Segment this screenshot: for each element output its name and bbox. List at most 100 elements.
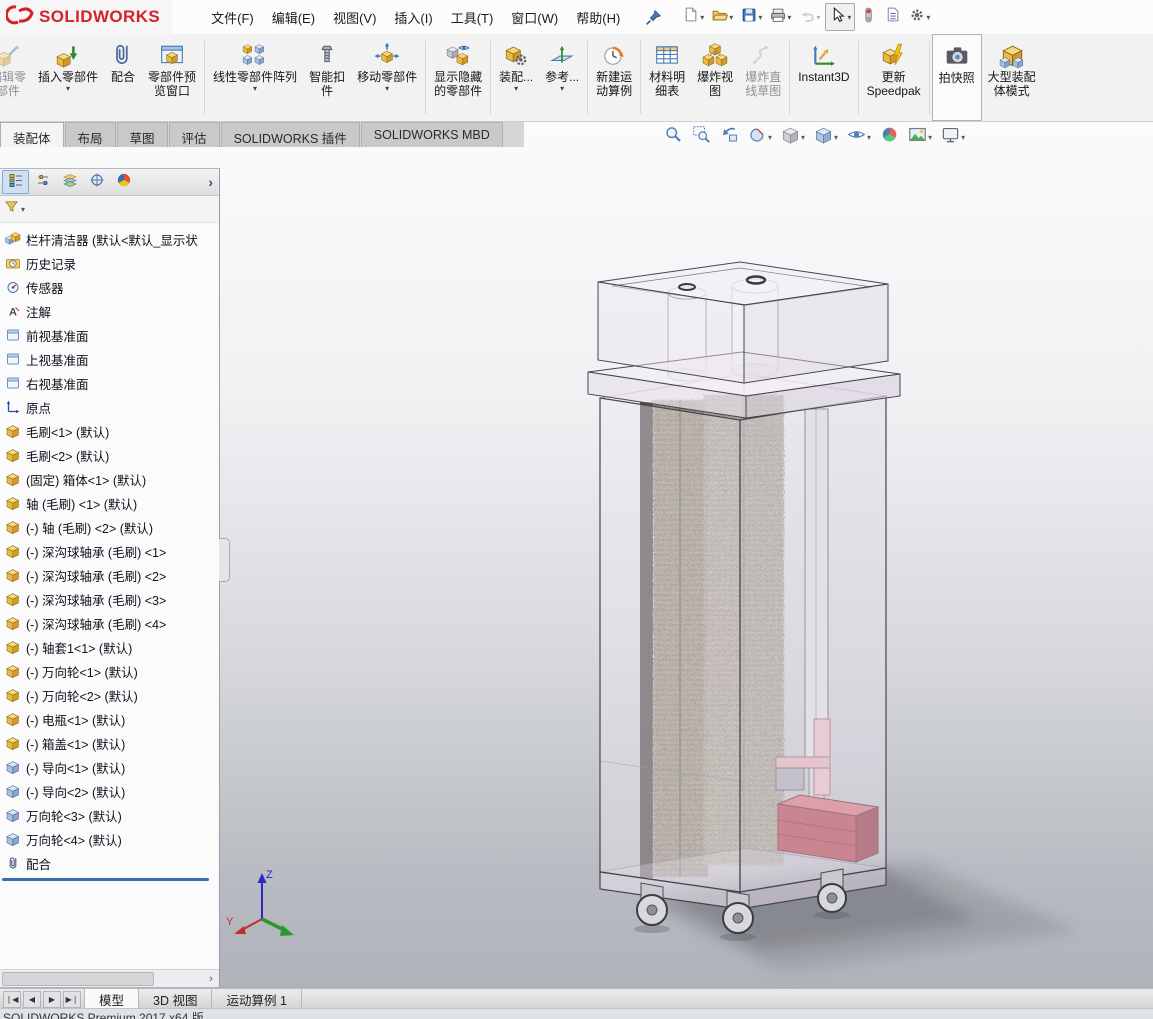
document-tab-1[interactable]: 3D 视图 — [139, 989, 212, 1009]
panel-splitter[interactable] — [219, 538, 230, 582]
scrollbar-thumb[interactable] — [2, 972, 154, 986]
tab-布局[interactable]: 布局 — [65, 122, 116, 147]
dimxpertmanager-tab[interactable] — [83, 170, 110, 194]
panel-expand-chevron-icon[interactable]: › — [202, 174, 219, 190]
explode-line-sketch-button[interactable]: 爆炸直 线草图 — [739, 34, 787, 121]
menu-item-6[interactable]: 帮助(H) — [567, 4, 629, 31]
open-button[interactable]: ▾ — [709, 4, 735, 30]
tab-SOLIDWORKS MBD[interactable]: SOLIDWORKS MBD — [361, 122, 503, 147]
tab-草图[interactable]: 草图 — [117, 122, 168, 147]
featuremanager-tab[interactable] — [2, 170, 29, 194]
tree-item-11[interactable]: 轴 (毛刷) <1> (默认) — [0, 491, 219, 515]
dropdown-arrow-icon[interactable]: ▾ — [253, 84, 257, 93]
large-assembly-mode-button[interactable]: 大型装配 体模式 — [982, 34, 1042, 121]
dropdown-arrow-icon[interactable]: ▾ — [514, 84, 518, 93]
save-button[interactable]: ▾ — [738, 4, 764, 30]
scrollbar-right-arrow-icon[interactable]: › — [203, 973, 219, 985]
dropdown-arrow-icon[interactable]: ▾ — [816, 13, 820, 22]
edit-component-button[interactable]: 编辑零 部件 — [0, 34, 32, 121]
insert-component-button[interactable]: 插入零部件▾ — [32, 34, 104, 121]
tab-SOLIDWORKS 插件[interactable]: SOLIDWORKS 插件 — [221, 122, 360, 147]
smart-fasteners-button[interactable]: 智能扣 件 — [303, 34, 351, 121]
tree-item-18[interactable]: (-) 万向轮<1> (默认) — [0, 659, 219, 683]
tree-item-20[interactable]: (-) 电瓶<1> (默认) — [0, 707, 219, 731]
exploded-view-button[interactable]: 爆炸视 图 — [691, 34, 739, 121]
last-tab-button[interactable]: ▶❘ — [63, 991, 81, 1008]
document-tab-0[interactable]: 模型 — [84, 989, 139, 1009]
reference-geometry-button[interactable]: 参考...▾ — [539, 34, 585, 121]
tree-item-9[interactable]: 毛刷<2> (默认) — [0, 443, 219, 467]
tree-item-26[interactable]: 配合 — [0, 851, 219, 875]
dropdown-arrow-icon[interactable]: ▾ — [787, 13, 791, 22]
document-tab-2[interactable]: 运动算例 1 — [212, 989, 301, 1009]
tree-item-8[interactable]: 毛刷<1> (默认) — [0, 419, 219, 443]
tree-item-0[interactable]: 栏杆清洁器 (默认<默认_显示状 — [0, 227, 219, 251]
tree-item-13[interactable]: (-) 深沟球轴承 (毛刷) <1> — [0, 539, 219, 563]
tree-item-23[interactable]: (-) 导向<2> (默认) — [0, 779, 219, 803]
prev-tab-button[interactable]: ◀ — [23, 991, 41, 1008]
dropdown-arrow-icon[interactable]: ▾ — [66, 84, 70, 93]
menu-item-4[interactable]: 工具(T) — [442, 4, 503, 31]
tree-item-2[interactable]: 传感器 — [0, 275, 219, 299]
menu-item-3[interactable]: 插入(I) — [385, 4, 441, 31]
tree-item-4[interactable]: 前视基准面 — [0, 323, 219, 347]
print-button[interactable]: ▾ — [767, 4, 793, 30]
pin-icon[interactable] — [645, 9, 662, 26]
next-tab-button[interactable]: ▶ — [43, 991, 61, 1008]
menu-item-1[interactable]: 编辑(E) — [263, 4, 324, 31]
first-tab-button[interactable]: ❘◀ — [3, 991, 21, 1008]
rebuild-button[interactable] — [858, 4, 879, 30]
tree-item-22[interactable]: (-) 导向<1> (默认) — [0, 755, 219, 779]
tree-item-1[interactable]: 历史记录 — [0, 251, 219, 275]
tree-item-17[interactable]: (-) 轴套1<1> (默认) — [0, 635, 219, 659]
filter-dropdown-arrow-icon[interactable]: ▾ — [21, 205, 25, 214]
propertymanager-tab[interactable] — [29, 170, 56, 194]
tree-item-12[interactable]: (-) 轴 (毛刷) <2> (默认) — [0, 515, 219, 539]
dropdown-arrow-icon[interactable]: ▾ — [385, 84, 389, 93]
linear-component-pattern-button[interactable]: 线性零部件阵列▾ — [207, 34, 303, 121]
select-button[interactable]: ▾ — [825, 3, 855, 31]
new-document-button[interactable]: ▾ — [680, 4, 706, 30]
filter-row[interactable]: ▾ — [0, 196, 219, 223]
tree-item-24[interactable]: 万向轮<3> (默认) — [0, 803, 219, 827]
mate-button[interactable]: 配合 — [104, 34, 142, 121]
dropdown-arrow-icon[interactable]: ▾ — [926, 13, 930, 22]
tree-item-15[interactable]: (-) 深沟球轴承 (毛刷) <3> — [0, 587, 219, 611]
tree-item-19[interactable]: (-) 万向轮<2> (默认) — [0, 683, 219, 707]
tab-装配体[interactable]: 装配体 — [0, 122, 64, 147]
tree-item-25[interactable]: 万向轮<4> (默认) — [0, 827, 219, 851]
dropdown-arrow-icon[interactable]: ▾ — [560, 84, 564, 93]
model-3d-view[interactable]: Z Y — [220, 121, 1153, 988]
instant3d-button[interactable]: Instant3D — [792, 34, 855, 121]
tab-评估[interactable]: 评估 — [169, 122, 220, 147]
show-hidden-components-button[interactable]: 显示隐藏 的零部件 — [428, 34, 488, 121]
undo-button[interactable]: ▾ — [796, 4, 822, 30]
tree-item-3[interactable]: A注解 — [0, 299, 219, 323]
tree-item-7[interactable]: 原点 — [0, 395, 219, 419]
dropdown-arrow-icon[interactable]: ▾ — [729, 13, 733, 22]
update-speedpak-button[interactable]: 更新 Speedpak — [861, 34, 927, 121]
take-snapshot-button[interactable]: 拍快照 — [932, 34, 982, 121]
tree-item-16[interactable]: (-) 深沟球轴承 (毛刷) <4> — [0, 611, 219, 635]
tree-item-6[interactable]: 右视基准面 — [0, 371, 219, 395]
tree-item-14[interactable]: (-) 深沟球轴承 (毛刷) <2> — [0, 563, 219, 587]
dropdown-arrow-icon[interactable]: ▾ — [758, 13, 762, 22]
bill-of-materials-button[interactable]: 材料明 细表 — [643, 34, 691, 121]
displaymanager-tab[interactable] — [110, 170, 137, 194]
dropdown-arrow-icon[interactable]: ▾ — [847, 13, 851, 22]
dropdown-arrow-icon[interactable]: ▾ — [700, 13, 704, 22]
menu-item-2[interactable]: 视图(V) — [324, 4, 385, 31]
menu-item-0[interactable]: 文件(F) — [202, 4, 263, 31]
panel-scrollbar[interactable]: › — [0, 969, 219, 987]
new-motion-study-button[interactable]: 新建运 动算例 — [590, 34, 638, 121]
tree-item-5[interactable]: 上视基准面 — [0, 347, 219, 371]
options-button[interactable]: ▾ — [906, 4, 932, 30]
configurationmanager-tab[interactable] — [56, 170, 83, 194]
tree-item-10[interactable]: (固定) 箱体<1> (默认) — [0, 467, 219, 491]
menu-item-5[interactable]: 窗口(W) — [502, 4, 567, 31]
component-preview-window-button[interactable]: 零部件预 览窗口 — [142, 34, 202, 121]
assembly-features-button[interactable]: 装配...▾ — [493, 34, 539, 121]
tree-item-21[interactable]: (-) 箱盖<1> (默认) — [0, 731, 219, 755]
file-properties-button[interactable] — [882, 4, 903, 30]
move-component-button[interactable]: 移动零部件▾ — [351, 34, 423, 121]
